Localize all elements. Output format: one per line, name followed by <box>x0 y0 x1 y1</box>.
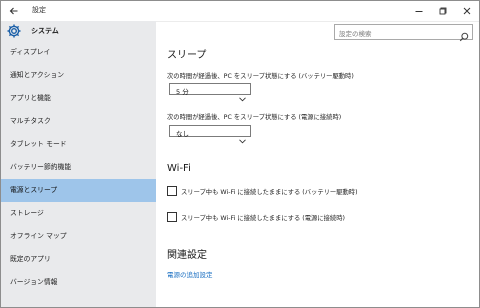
sidebar-item-notifications[interactable]: 通知とアクション <box>1 64 156 87</box>
sidebar-item-tablet-mode[interactable]: タブレット モード <box>1 133 156 156</box>
chevron-down-icon <box>239 87 246 102</box>
back-arrow-icon[interactable] <box>5 2 23 20</box>
sidebar-item-display[interactable]: ディスプレイ <box>1 41 156 64</box>
main-content: スリープ 次の時間が経過後、PC をスリープ状態にする (バッテリー駆動時) 5… <box>167 21 467 307</box>
sidebar-title: システム <box>31 27 59 35</box>
sidebar-item-about[interactable]: バージョン情報 <box>1 271 156 294</box>
chevron-down-icon <box>239 129 246 144</box>
sidebar-nav: ディスプレイ 通知とアクション アプリと機能 マルチタスク タブレット モード … <box>1 41 156 294</box>
additional-power-settings-link[interactable]: 電源の追加設定 <box>167 269 213 279</box>
sleep-power-dropdown[interactable]: なし <box>169 125 251 144</box>
sidebar-item-multitasking[interactable]: マルチタスク <box>1 110 156 133</box>
sidebar-item-offline-maps[interactable]: オフライン マップ <box>1 225 156 248</box>
wifi-battery-checkbox[interactable] <box>167 186 177 196</box>
sidebar: システム ディスプレイ 通知とアクション アプリと機能 マルチタスク タブレット… <box>1 21 156 307</box>
sleep-power-label: 次の時間が経過後、PC をスリープ状態にする (電源に接続時) <box>167 114 342 121</box>
gear-icon <box>6 23 22 39</box>
close-icon[interactable] <box>458 2 476 20</box>
title-bar: 設定 <box>1 1 479 22</box>
maximize-icon[interactable] <box>434 2 452 20</box>
wifi-battery-label: スリープ中も Wi-Fi に接続したままにする (バッテリー駆動時) <box>181 189 358 196</box>
wifi-power-label: スリープ中も Wi-Fi に接続したままにする (電源に接続時) <box>181 215 345 222</box>
sleep-battery-dropdown[interactable]: 5 分 <box>169 83 251 102</box>
sidebar-item-power-sleep[interactable]: 電源とスリープ <box>1 179 156 202</box>
sleep-power-value: なし <box>176 130 189 138</box>
section-heading-sleep: スリープ <box>167 50 207 61</box>
sidebar-item-storage[interactable]: ストレージ <box>1 202 156 225</box>
wifi-power-checkbox[interactable] <box>167 212 177 222</box>
sidebar-item-apps[interactable]: アプリと機能 <box>1 87 156 110</box>
minimize-icon[interactable] <box>410 2 428 20</box>
sidebar-item-battery-saver[interactable]: バッテリー節約機能 <box>1 156 156 179</box>
sidebar-item-default-apps[interactable]: 既定のアプリ <box>1 248 156 271</box>
settings-window: 設定 システム ディスプレイ 通知とアクション アプリと機能 マルチタスク タブ… <box>0 0 480 308</box>
section-heading-related: 関連設定 <box>167 250 207 261</box>
sleep-battery-value: 5 分 <box>176 88 189 96</box>
window-title: 設定 <box>32 6 46 14</box>
sleep-battery-label: 次の時間が経過後、PC をスリープ状態にする (バッテリー駆動時) <box>167 73 354 80</box>
section-heading-wifi: Wi-Fi <box>167 163 191 174</box>
sidebar-header: システム <box>1 21 156 41</box>
